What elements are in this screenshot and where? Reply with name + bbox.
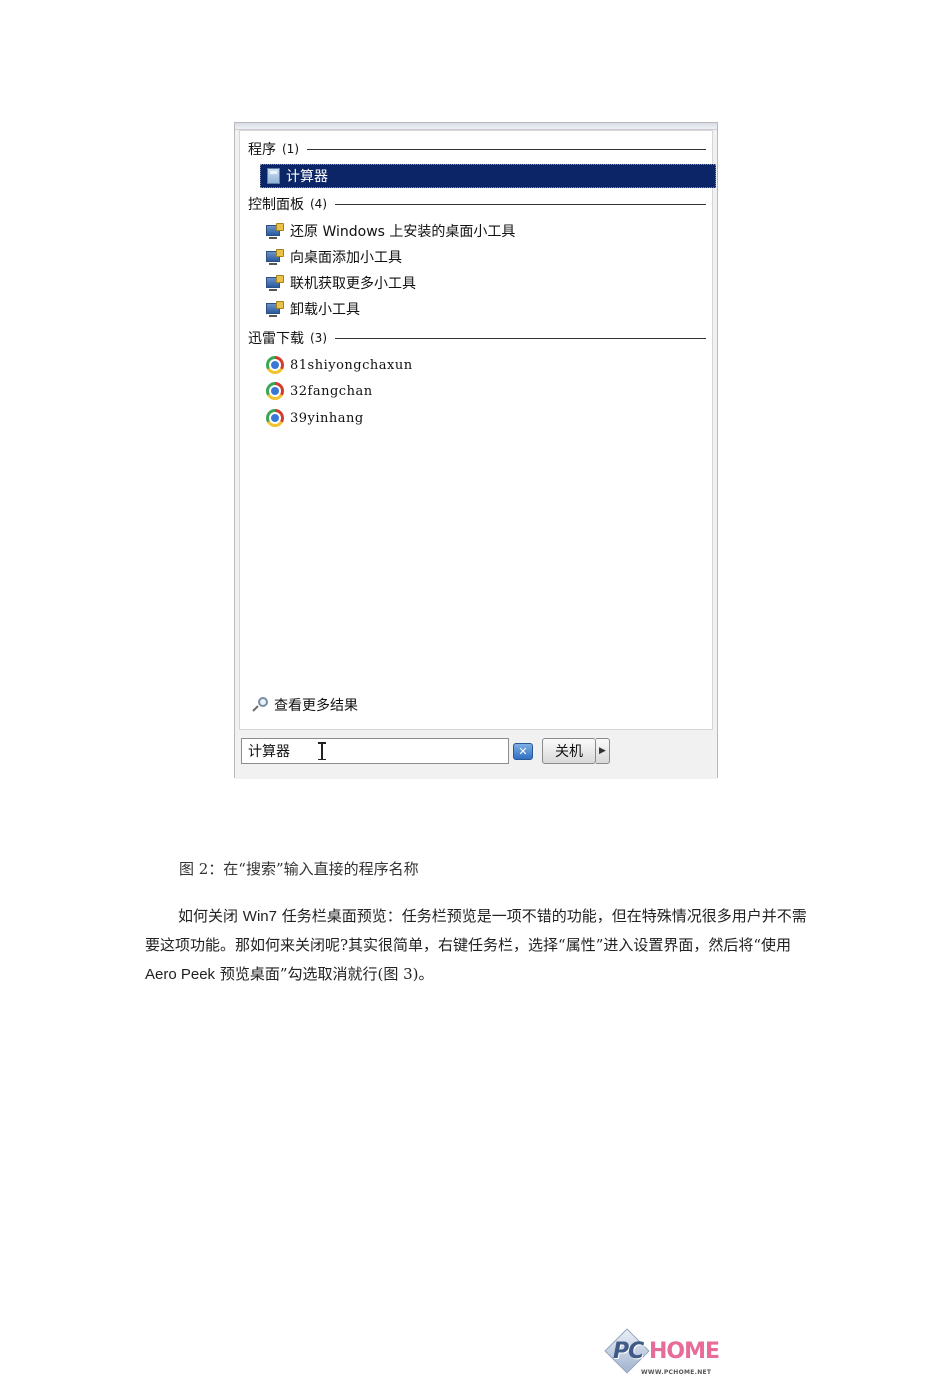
group-header-programs: 程序 (1) <box>248 139 706 159</box>
group-count: (3) <box>310 331 327 345</box>
search-input[interactable]: 计算器 <box>241 738 509 764</box>
result-label: 卸载小工具 <box>290 302 360 318</box>
group-count: (1) <box>282 142 299 156</box>
control-panel-gadget-icon <box>266 249 284 265</box>
figure-caption: 图 2：在“搜索”输入直接的程序名称 <box>179 860 419 878</box>
result-item-32fangchan[interactable]: 32fangchan <box>260 379 716 403</box>
group-title: 控制面板 <box>248 197 304 213</box>
result-label: 联机获取更多小工具 <box>290 276 416 292</box>
body-paragraph: 如何关闭 Win7 任务栏桌面预览：任务栏预览是一项不错的功能，但在特殊情况很多… <box>145 907 807 983</box>
control-panel-gadget-icon <box>266 301 284 317</box>
shutdown-label: 关机 <box>555 744 583 760</box>
result-item-39yinhang[interactable]: 39yinhang <box>260 406 716 430</box>
calculator-icon <box>267 168 280 184</box>
search-results-pane: 程序 (1) 计算器 控制面板 (4) 还原 Windows 上安装的桌面小工具… <box>239 130 716 730</box>
control-panel-gadget-icon <box>266 275 284 291</box>
result-item-get-more-gadgets[interactable]: 联机获取更多小工具 <box>260 271 716 295</box>
result-label: 32fangchan <box>290 383 373 399</box>
clear-search-button[interactable]: ✕ <box>513 743 533 760</box>
group-divider <box>335 203 706 205</box>
magnifier-icon <box>252 697 268 713</box>
group-title: 程序 <box>248 142 276 158</box>
group-header-xunlei-downloads: 迅雷下载 (3) <box>248 328 706 348</box>
search-input-value: 计算器 <box>248 744 290 760</box>
see-more-results-link[interactable]: 查看更多结果 <box>252 695 358 715</box>
window-top-edge <box>235 123 717 130</box>
clear-x-icon: ✕ <box>518 745 528 758</box>
group-header-control-panel: 控制面板 (4) <box>248 194 706 214</box>
group-divider <box>335 337 706 339</box>
result-label: 81shiyongchaxun <box>290 357 413 373</box>
group-count: (4) <box>310 197 327 211</box>
result-label: 还原 Windows 上安装的桌面小工具 <box>290 224 516 240</box>
result-item-calculator[interactable]: 计算器 <box>260 164 716 188</box>
result-item-add-gadgets[interactable]: 向桌面添加小工具 <box>260 245 716 269</box>
shutdown-button[interactable]: 关机 <box>542 738 596 764</box>
result-item-restore-gadgets[interactable]: 还原 Windows 上安装的桌面小工具 <box>260 219 716 243</box>
group-divider <box>307 148 706 150</box>
control-panel-gadget-icon <box>266 223 284 239</box>
pchome-watermark-logo: PC HOME WWW.PCHOME.NET <box>604 1328 720 1385</box>
chrome-icon <box>266 409 284 427</box>
result-label: 39yinhang <box>290 410 364 426</box>
start-menu-bottom-bar: 计算器 ✕ 关机 ▶ PC HOME WWW.PCHOME.NET <box>235 731 720 1376</box>
result-item-uninstall-gadget[interactable]: 卸载小工具 <box>260 297 716 321</box>
result-item-81shiyongchaxun[interactable]: 81shiyongchaxun <box>260 353 716 377</box>
result-label: 向桌面添加小工具 <box>290 250 402 266</box>
chrome-icon <box>266 382 284 400</box>
shutdown-options-button[interactable]: ▶ <box>596 738 610 764</box>
chrome-icon <box>266 356 284 374</box>
group-title: 迅雷下载 <box>248 331 304 347</box>
result-label: 计算器 <box>286 169 328 185</box>
chevron-right-icon: ▶ <box>599 746 606 756</box>
text-cursor-icon <box>318 742 326 760</box>
see-more-label: 查看更多结果 <box>274 698 358 714</box>
start-menu-screenshot: 程序 (1) 计算器 控制面板 (4) 还原 Windows 上安装的桌面小工具… <box>234 122 720 1376</box>
